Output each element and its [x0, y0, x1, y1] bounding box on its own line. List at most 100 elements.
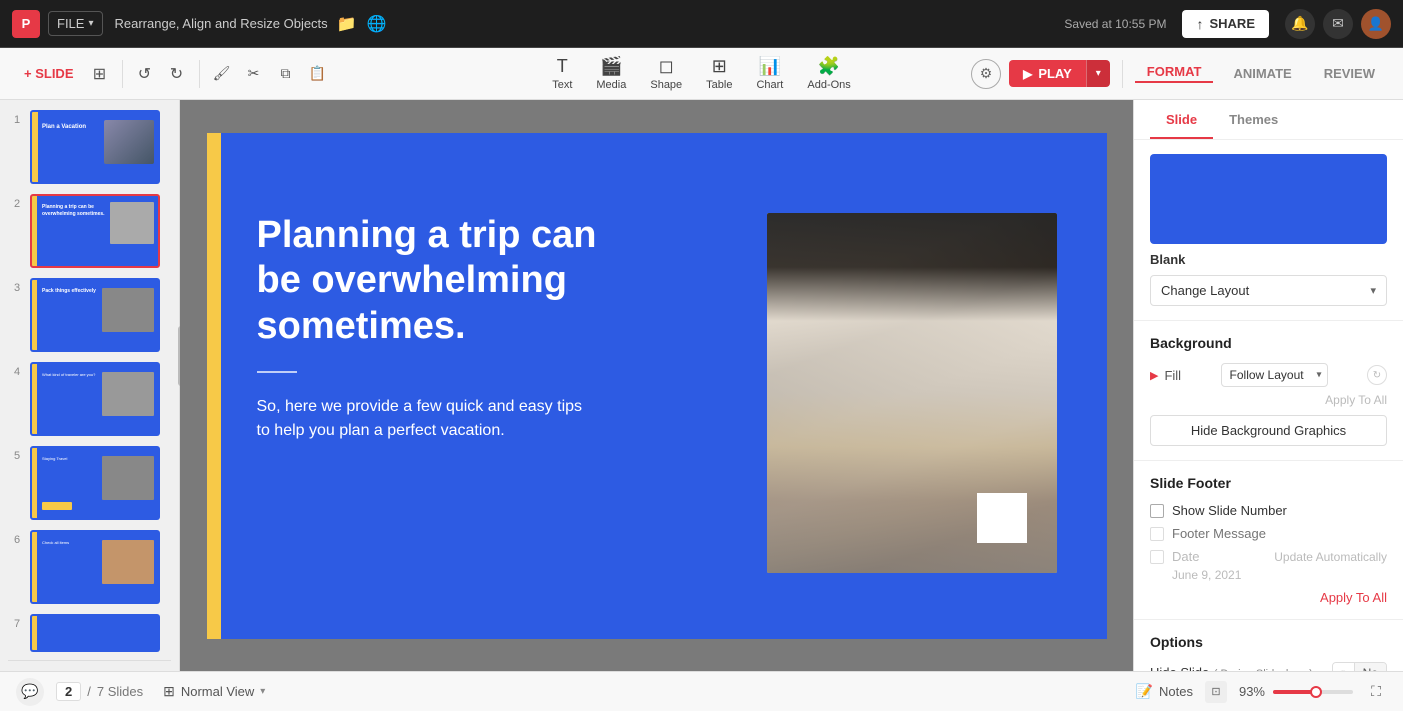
notes-button[interactable]: 📝 Notes: [1136, 683, 1193, 700]
hide-slide-label: Hide Slide: [1150, 665, 1209, 671]
slide-num-4: 4: [10, 366, 24, 378]
app-icon: P: [12, 10, 40, 38]
slide-divider: [257, 371, 297, 373]
play-button[interactable]: ▶ PLAY: [1009, 60, 1086, 87]
settings-wheel-icon[interactable]: ⚙: [971, 59, 1001, 89]
hide-background-graphics-button[interactable]: Hide Background Graphics: [1150, 415, 1387, 446]
tab-format[interactable]: FORMAT: [1135, 64, 1214, 83]
share-button[interactable]: ↑ SHARE: [1182, 10, 1269, 38]
background-title: Background: [1150, 335, 1387, 351]
view-icon: ⊞: [163, 683, 175, 700]
fill-caret-icon[interactable]: ▶: [1150, 369, 1158, 382]
addons-tool-button[interactable]: 🧩 Add-Ons: [797, 52, 860, 95]
media-tool-icon: 🎬: [600, 56, 622, 77]
footer-message-input[interactable]: [1172, 526, 1387, 541]
footer-message-checkbox[interactable]: [1150, 527, 1164, 541]
table-tool-icon: ⊞: [712, 56, 727, 77]
file-button[interactable]: FILE ▾: [48, 11, 103, 36]
slide-heading: Planning a trip can be overwhelming some…: [257, 213, 637, 350]
cut-icon[interactable]: ✂: [240, 60, 268, 88]
pause-icon: ⏸: [1341, 668, 1346, 672]
play-icon: ▶: [1023, 67, 1032, 81]
text-tool-icon: T: [557, 56, 568, 77]
apply-to-all-footer[interactable]: Apply To All: [1150, 590, 1387, 605]
slide-thumb-3[interactable]: 3 Pack things effectively: [8, 276, 171, 354]
slide-layout-preview: [1150, 154, 1387, 244]
folder-icon[interactable]: 📁: [336, 13, 358, 35]
update-automatically-label: Update Automatically: [1274, 550, 1387, 564]
slide-num-3: 3: [10, 282, 24, 294]
slide-footer-title: Slide Footer: [1150, 475, 1387, 491]
apply-fill-icon[interactable]: ↻: [1367, 365, 1387, 385]
slide-num-6: 6: [10, 534, 24, 546]
copy-icon[interactable]: ⧉: [272, 60, 300, 88]
addons-tool-icon: 🧩: [818, 56, 840, 77]
rp-tab-slide[interactable]: Slide: [1150, 100, 1213, 139]
normal-view-button[interactable]: ⊞ Normal View ▾: [155, 679, 273, 704]
fullscreen-icon[interactable]: ⛶: [1365, 681, 1387, 703]
add-slide-button[interactable]: + SLIDE: [16, 62, 82, 85]
zoom-slider-thumb[interactable]: [1310, 686, 1322, 698]
options-title: Options: [1150, 634, 1387, 650]
slide-thumb-5[interactable]: 5 Staying Travel: [8, 444, 171, 522]
tab-animate[interactable]: ANIMATE: [1221, 66, 1303, 81]
play-dropdown-button[interactable]: ▾: [1086, 60, 1110, 87]
fill-label: Fill: [1164, 368, 1181, 383]
show-slide-number-checkbox[interactable]: [1150, 504, 1164, 518]
globe-icon[interactable]: 🌐: [366, 13, 388, 35]
share-icon: ↑: [1196, 16, 1203, 32]
chat-icon[interactable]: 💬: [16, 678, 44, 706]
file-chevron-icon: ▾: [88, 18, 93, 29]
rp-tab-themes[interactable]: Themes: [1213, 100, 1294, 139]
paste-icon[interactable]: 📋: [304, 60, 332, 88]
shape-tool-icon: ◻: [659, 56, 674, 77]
saved-text: Saved at 10:55 PM: [1064, 17, 1166, 31]
show-slide-number-label: Show Slide Number: [1172, 503, 1287, 518]
shape-tool-button[interactable]: ◻ Shape: [640, 52, 692, 95]
date-checkbox[interactable]: [1150, 550, 1164, 564]
slide-image: [767, 213, 1057, 573]
slide-canvas: Planning a trip can be overwhelming some…: [207, 133, 1107, 639]
gallery-tab[interactable]: Gallery New: [64, 669, 148, 671]
slide-count: 7 Slides: [97, 684, 143, 699]
page-number-badge[interactable]: 2: [56, 682, 81, 701]
text-tool-button[interactable]: T Text: [542, 52, 582, 95]
redo-button[interactable]: ↻: [163, 60, 191, 88]
zoom-slider[interactable]: [1273, 690, 1353, 694]
mail-icon[interactable]: ✉: [1323, 9, 1353, 39]
chart-tool-icon: 📊: [759, 56, 781, 77]
format-painter-icon[interactable]: 🖌: [208, 60, 236, 88]
change-layout-button[interactable]: Change Layout ▾: [1150, 275, 1387, 306]
hide-slide-toggle[interactable]: ⏸ No: [1332, 662, 1387, 671]
view-chevron-icon: ▾: [260, 686, 265, 697]
follow-layout-select[interactable]: Follow Layout None Solid Gradient Image: [1221, 363, 1328, 387]
slide-thumb-6[interactable]: 6 Check all items: [8, 528, 171, 606]
notes-icon: 📝: [1136, 683, 1153, 700]
slide-body: So, here we provide a few quick and easy…: [257, 395, 597, 443]
slide-thumb-2[interactable]: 2 Planning a trip can beoverwhelming som…: [8, 192, 171, 270]
slide-num-2: 2: [10, 198, 24, 210]
slide-thumb-4[interactable]: 4 What kind of traveler are you?: [8, 360, 171, 438]
layout-view-icon[interactable]: ⊞: [86, 60, 114, 88]
doc-title: Rearrange, Align and Resize Objects: [115, 16, 328, 31]
change-layout-chevron-icon: ▾: [1370, 284, 1376, 297]
date-value: June 9, 2021: [1172, 568, 1387, 582]
tab-review[interactable]: REVIEW: [1312, 66, 1387, 81]
library-tab[interactable]: Library: [8, 669, 64, 671]
slide-num-7: 7: [10, 618, 24, 630]
slide-num-5: 5: [10, 450, 24, 462]
notifications-icon[interactable]: 🔔: [1285, 9, 1315, 39]
slide-num-1: 1: [10, 114, 24, 126]
table-tool-button[interactable]: ⊞ Table: [696, 52, 742, 95]
slide-thumb-1[interactable]: 1 Plan a Vacation: [8, 108, 171, 186]
apply-to-all-fill[interactable]: Apply To All: [1150, 393, 1387, 407]
media-tool-button[interactable]: 🎬 Media: [586, 52, 636, 95]
undo-button[interactable]: ↺: [131, 60, 159, 88]
page-separator: /: [87, 684, 91, 699]
date-label: Date: [1172, 549, 1199, 564]
chart-tool-button[interactable]: 📊 Chart: [746, 52, 793, 95]
hide-slide-sub: ( During Slideshow ): [1214, 668, 1313, 671]
slide-thumb-7[interactable]: 7: [8, 612, 171, 654]
layout-toggle-icon[interactable]: ⊡: [1205, 681, 1227, 703]
avatar[interactable]: 👤: [1361, 9, 1391, 39]
